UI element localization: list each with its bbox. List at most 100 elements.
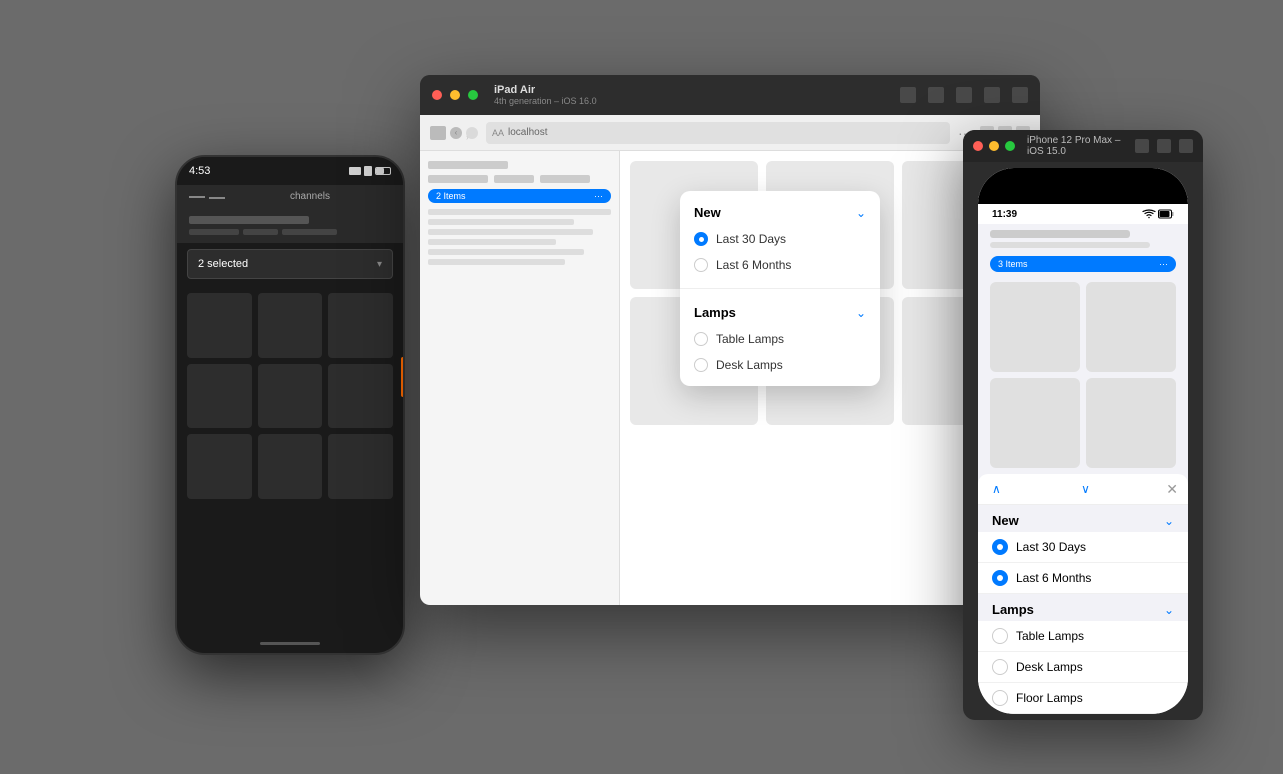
iphone-filter-lamps-label: Lamps <box>992 602 1034 617</box>
android-status-icons <box>349 166 391 176</box>
ipad-rotate-icon[interactable] <box>1012 87 1028 103</box>
iphone-filter-desk-lamps-item[interactable]: Desk Lamps <box>978 652 1188 683</box>
iphone-filter-floor-lamps-item[interactable]: Floor Lamps <box>978 683 1188 714</box>
iphone-status-bar: 11:39 <box>978 204 1188 224</box>
ipad-back-icon[interactable]: ‹ <box>450 127 462 139</box>
ipad-share-icon[interactable] <box>956 87 972 103</box>
ipad-camera-icon[interactable] <box>928 87 944 103</box>
ipad-window: iPad Air 4th generation – iOS 16.0 ‹ › A… <box>420 75 1040 605</box>
iphone-filter-last30-item[interactable]: Last 30 Days <box>978 532 1188 563</box>
iphone-filter-badge[interactable]: 3 Items ··· <box>990 256 1176 272</box>
android-grid-item-5[interactable] <box>258 364 323 429</box>
iphone-window-title: iPhone 12 Pro Max – iOS 15.0 <box>1027 135 1129 157</box>
ipad-titlebar: iPad Air 4th generation – iOS 16.0 <box>420 75 1040 115</box>
iphone-filter-table-lamps-radio <box>992 628 1008 644</box>
ipad-title-main: iPad Air <box>494 84 892 96</box>
iphone-signal-icons <box>1142 209 1174 219</box>
iphone-titlebar: iPhone 12 Pro Max – iOS 15.0 <box>963 130 1203 162</box>
android-grid-item-4[interactable] <box>187 364 252 429</box>
iphone-filter-new-header[interactable]: New ⌄ <box>978 505 1188 532</box>
android-time: 4:53 <box>189 165 210 177</box>
ipad-popup-table-lamps-item[interactable]: Table Lamps <box>680 326 880 352</box>
ipad-popup-new-label: New <box>694 205 721 220</box>
ipad-minimize-button[interactable] <box>450 90 460 100</box>
android-grid-item-6[interactable] <box>328 364 393 429</box>
ipad-popup-desk-lamps-label: Desk Lamps <box>716 358 783 372</box>
ipad-window-title: iPad Air 4th generation – iOS 16.0 <box>494 84 892 106</box>
iphone-notch <box>1038 168 1128 190</box>
android-status-bar: 4:53 <box>177 157 403 185</box>
iphone-filter-down-button[interactable]: ∨ <box>1077 480 1094 498</box>
iphone-home-icon[interactable] <box>1135 139 1149 153</box>
ipad-popup-last6-radio <box>694 258 708 272</box>
iphone-filter-close-button[interactable]: ✕ <box>1166 481 1178 498</box>
iphone-close-button[interactable] <box>973 141 983 151</box>
ipad-popup-last30-label: Last 30 Days <box>716 232 786 246</box>
android-nav-bar: channels <box>177 185 403 208</box>
iphone-item-4[interactable] <box>1086 378 1176 468</box>
ipad-popup-desk-lamps-item[interactable]: Desk Lamps <box>680 352 880 378</box>
iphone-notch-area <box>978 168 1188 204</box>
iphone-filter-desk-lamps-radio <box>992 659 1008 675</box>
ipad-sidebar-row-1 <box>428 161 611 169</box>
ipad-popup-last6-item[interactable]: Last 6 Months <box>680 252 880 278</box>
android-nav-title: channels <box>229 191 391 202</box>
iphone-filter-last6-item[interactable]: Last 6 Months <box>978 563 1188 594</box>
ipad-popup-lamps-label: Lamps <box>694 305 736 320</box>
iphone-filter-lamps-header[interactable]: Lamps ⌄ <box>978 594 1188 621</box>
ipad-sidebar-skeleton-4 <box>428 239 556 245</box>
ipad-url-text: localhost <box>508 127 547 138</box>
iphone-item-1[interactable] <box>990 282 1080 372</box>
android-grid-item-8[interactable] <box>258 434 323 499</box>
ipad-address-bar[interactable]: AA localhost <box>486 122 950 144</box>
ipad-toolbar-left: ‹ › <box>430 126 478 140</box>
iphone-camera-icon[interactable] <box>1157 139 1171 153</box>
android-grid-item-2[interactable] <box>258 293 323 358</box>
ipad-home-icon[interactable] <box>900 87 916 103</box>
ipad-badge-text: 2 Items <box>436 191 466 201</box>
android-subtitle-blocks <box>189 229 391 235</box>
ipad-forward-icon[interactable]: › <box>466 127 478 139</box>
iphone-filter-table-lamps-item[interactable]: Table Lamps <box>978 621 1188 652</box>
android-grid-item-9[interactable] <box>328 434 393 499</box>
iphone-share-icon[interactable] <box>1179 139 1193 153</box>
android-grid-item-3[interactable] <box>328 293 393 358</box>
android-dropdown[interactable]: 2 selected ▾ <box>187 249 393 279</box>
ipad-sidebar-toggle-icon[interactable] <box>430 126 446 140</box>
ipad-filter-badge[interactable]: 2 Items ··· <box>428 189 611 203</box>
android-home-indicator <box>260 642 320 645</box>
iphone-filter-table-lamps-label: Table Lamps <box>1016 629 1084 643</box>
android-sub2 <box>243 229 278 235</box>
iphone-item-3[interactable] <box>990 378 1080 468</box>
iphone-time: 11:39 <box>992 209 1017 220</box>
android-grid-item-1[interactable] <box>187 293 252 358</box>
android-dropdown-arrow-icon: ▾ <box>377 259 382 270</box>
iphone-item-2[interactable] <box>1086 282 1176 372</box>
iphone-content[interactable]: 3 Items ··· ∧ ∨ ✕ New <box>978 224 1188 714</box>
iphone-filter-up-button[interactable]: ∧ <box>988 480 1005 498</box>
iphone-filter-panel: ∧ ∨ ✕ New ⌄ Last 30 Days Last 6 Months <box>978 474 1188 714</box>
ipad-popup-last30-item[interactable]: Last 30 Days <box>680 226 880 252</box>
ipad-popup-new-header[interactable]: New ⌄ <box>680 199 880 226</box>
ipad-popup-lamps-header[interactable]: Lamps ⌄ <box>680 299 880 326</box>
android-selected-text: 2 selected <box>198 258 248 270</box>
ipad-settings-icon[interactable] <box>984 87 1000 103</box>
android-header <box>177 208 403 243</box>
android-battery-icon <box>375 167 391 175</box>
android-grid-item-7[interactable] <box>187 434 252 499</box>
android-title-block <box>189 216 309 224</box>
ipad-popup-new-chevron-icon: ⌄ <box>856 206 866 220</box>
ipad-maximize-button[interactable] <box>468 90 478 100</box>
iphone-filter-desk-lamps-label: Desk Lamps <box>1016 660 1083 674</box>
iphone-filter-nav: ∧ ∨ ✕ <box>978 474 1188 505</box>
iphone-filter-last30-label: Last 30 Days <box>1016 540 1086 554</box>
ipad-close-button[interactable] <box>432 90 442 100</box>
iphone-filter-last6-label: Last 6 Months <box>1016 571 1091 585</box>
iphone-minimize-button[interactable] <box>989 141 999 151</box>
iphone-maximize-button[interactable] <box>1005 141 1015 151</box>
ipad-sidebar-row-2 <box>428 175 611 183</box>
iphone-window: iPhone 12 Pro Max – iOS 15.0 11:39 <box>963 130 1203 720</box>
iphone-battery-icon <box>1158 209 1174 219</box>
iphone-product-grid <box>978 276 1188 474</box>
iphone-filter-floor-lamps-label: Floor Lamps <box>1016 691 1083 705</box>
